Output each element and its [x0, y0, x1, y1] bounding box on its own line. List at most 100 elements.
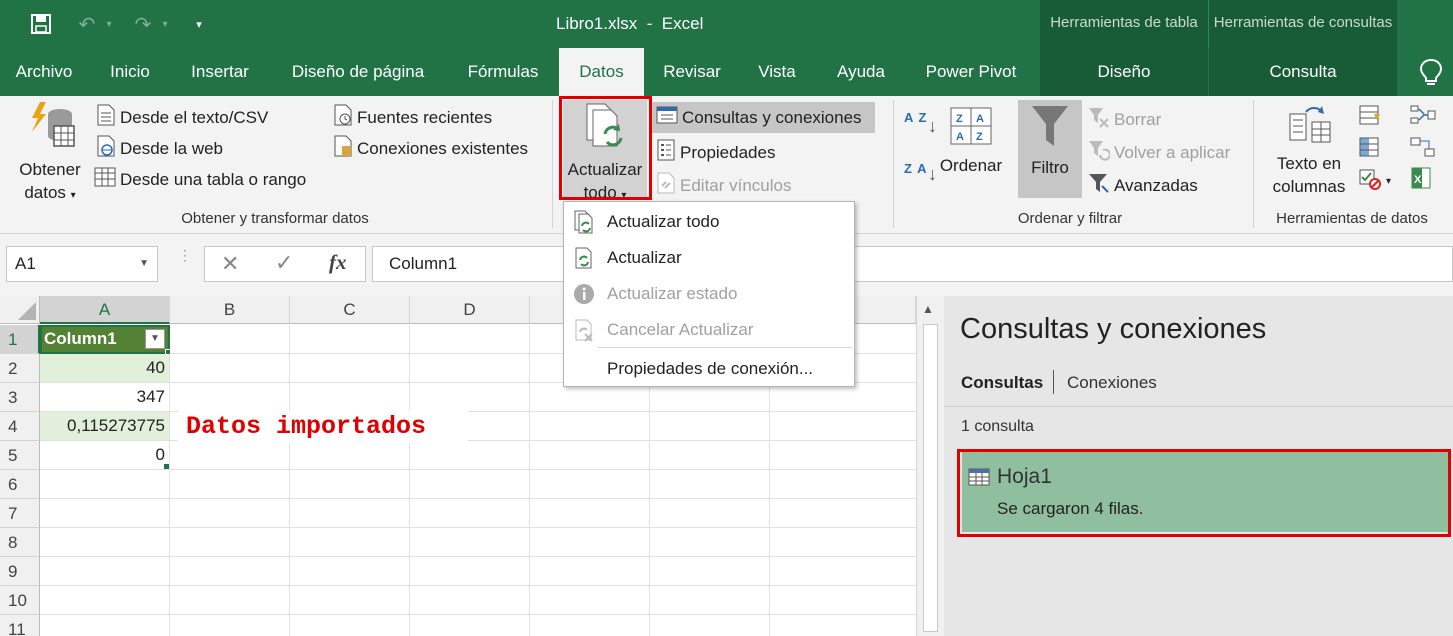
column-header-c[interactable]: C [290, 296, 410, 324]
tab-diseno[interactable]: Diseño [1040, 48, 1208, 96]
enter-icon[interactable]: ✓ [275, 250, 293, 276]
table-resize-handle[interactable] [164, 464, 169, 469]
relationships-button[interactable] [1410, 136, 1436, 163]
table-header-cell[interactable]: Column1 ▼ [40, 325, 170, 354]
column-header-a[interactable]: A [40, 296, 170, 324]
data-validation-button[interactable]: ▾ [1358, 168, 1391, 195]
table-cell[interactable]: 0,115273775 [40, 412, 170, 441]
refresh-all-icon [570, 208, 598, 236]
menu-item-label: Actualizar todo [607, 212, 720, 231]
ribbon-separator [552, 100, 553, 228]
formula-input[interactable]: Column1 [372, 246, 1453, 282]
from-table-button[interactable]: Desde una tabla o rango [94, 166, 306, 193]
vertical-scrollbar[interactable]: ▲ [916, 296, 944, 636]
queries-connections-button[interactable]: Consultas y conexiones [652, 102, 875, 133]
recent-sources-button[interactable]: Fuentes recientes [333, 104, 492, 131]
scroll-up-icon[interactable]: ▲ [922, 302, 934, 316]
redo-dropdown-icon[interactable]: ▾ [158, 9, 172, 39]
row-header-4[interactable]: 4 [0, 412, 40, 441]
row-header-5[interactable]: 5 [0, 441, 40, 470]
tab-archivo[interactable]: Archivo [0, 48, 88, 96]
data-validation-icon [1358, 168, 1382, 195]
row-header-11[interactable]: 11 [0, 615, 40, 636]
column-header-b[interactable]: B [170, 296, 290, 324]
clear-filter-icon [1088, 106, 1110, 133]
consolidate-button[interactable] [1410, 104, 1436, 131]
tab-diseno-pagina[interactable]: Diseño de página [276, 48, 440, 96]
text-to-columns-button[interactable]: Texto en columnas [1264, 104, 1354, 198]
cancel-refresh-icon [570, 316, 598, 344]
gridline [40, 440, 916, 441]
pane-tab-queries[interactable]: Consultas [961, 373, 1043, 393]
tab-revisar[interactable]: Revisar [654, 48, 730, 96]
tab-power-pivot[interactable]: Power Pivot [912, 48, 1030, 96]
tab-consulta[interactable]: Consulta [1209, 48, 1397, 96]
name-box[interactable]: A1 ▼ [6, 246, 158, 282]
flash-fill-icon [1358, 104, 1382, 131]
menu-item-refresh-all[interactable]: Actualizar todo [564, 204, 854, 240]
gridline [289, 325, 290, 636]
refresh-dropdown-menu: Actualizar todo Actualizar Actualizar es… [563, 201, 855, 387]
menu-item-refresh-status[interactable]: Actualizar estado [564, 276, 854, 312]
table-cell[interactable]: 347 [40, 383, 170, 412]
existing-connections-button[interactable]: Conexiones existentes [333, 135, 528, 162]
data-model-button[interactable]: X [1410, 166, 1434, 195]
reapply-button[interactable]: Volver a aplicar [1088, 139, 1230, 166]
tab-insertar[interactable]: Insertar [178, 48, 262, 96]
tab-ayuda[interactable]: Ayuda [823, 48, 899, 96]
data-validation-dropdown-icon[interactable]: ▾ [1386, 176, 1391, 187]
menu-item-cancel-refresh[interactable]: Cancelar Actualizar [564, 312, 854, 348]
query-item[interactable] [962, 452, 1448, 532]
undo-dropdown-icon[interactable]: ▾ [102, 9, 116, 39]
quick-access-toolbar: ↶ ▾ ↷ ▾ ▾ [0, 0, 214, 48]
column-header-d[interactable]: D [410, 296, 530, 324]
row-header-3[interactable]: 3 [0, 383, 40, 412]
row-header-1[interactable]: 1 [0, 325, 40, 354]
lightbulb-icon[interactable] [1418, 58, 1444, 88]
row-header-9[interactable]: 9 [0, 557, 40, 586]
sort-az-button[interactable]: A Z [904, 111, 927, 124]
undo-icon[interactable]: ↶ [72, 9, 102, 39]
from-web-button[interactable]: Desde la web [96, 135, 223, 162]
advanced-filter-button[interactable]: Avanzadas [1088, 172, 1198, 199]
remove-duplicates-button[interactable] [1358, 136, 1382, 163]
row-header-2[interactable]: 2 [0, 354, 40, 383]
window-title: Libro1.xlsx - Excel [556, 14, 704, 33]
edit-links-button[interactable]: Editar vínculos [656, 172, 792, 199]
properties-button[interactable]: Propiedades [656, 139, 775, 166]
save-icon[interactable] [26, 9, 56, 39]
table-cell[interactable]: 0 [40, 441, 170, 470]
cancel-icon[interactable]: ✕ [221, 251, 239, 277]
scroll-thumb[interactable] [923, 324, 938, 632]
fill-handle[interactable] [165, 349, 171, 355]
filter-dropdown-icon[interactable]: ▼ [145, 329, 165, 349]
redo-icon[interactable]: ↷ [128, 9, 158, 39]
consolidate-icon [1410, 104, 1436, 131]
customize-qat-icon[interactable]: ▾ [184, 9, 214, 39]
menu-item-connection-properties[interactable]: Propiedades de conexión... [564, 351, 854, 387]
get-data-label-1: Obtener [19, 160, 81, 179]
menu-item-refresh[interactable]: Actualizar [564, 240, 854, 276]
flash-fill-button[interactable] [1358, 104, 1382, 131]
get-data-button[interactable]: Obtener datos ▾ [10, 100, 90, 207]
sort-button[interactable]: Z A A Z Ordenar [936, 106, 1006, 177]
row-header-8[interactable]: 8 [0, 528, 40, 557]
select-all-corner[interactable] [0, 296, 40, 324]
row-header-10[interactable]: 10 [0, 586, 40, 615]
tab-formulas[interactable]: Fórmulas [455, 48, 551, 96]
formula-bar-grip-icon[interactable]: ⋮ [178, 248, 192, 274]
tab-datos[interactable]: Datos [559, 48, 644, 96]
row-header-6[interactable]: 6 [0, 470, 40, 499]
table-cell[interactable]: 40 [40, 354, 170, 383]
sort-za-button[interactable]: Z A [904, 161, 927, 176]
pane-tab-connections[interactable]: Conexiones [1067, 373, 1157, 393]
from-text-button[interactable]: Desde el texto/CSV [96, 104, 268, 131]
name-box-dropdown-icon[interactable]: ▼ [139, 247, 149, 281]
tab-inicio[interactable]: Inicio [92, 48, 168, 96]
tab-vista[interactable]: Vista [745, 48, 809, 96]
row-header-7[interactable]: 7 [0, 499, 40, 528]
clear-filter-button[interactable]: Borrar [1088, 106, 1161, 133]
refresh-all-button[interactable]: Actualizar todo ▾ [563, 100, 647, 202]
filter-button[interactable]: Filtro [1018, 100, 1082, 198]
insert-function-icon[interactable]: fx [329, 250, 347, 275]
